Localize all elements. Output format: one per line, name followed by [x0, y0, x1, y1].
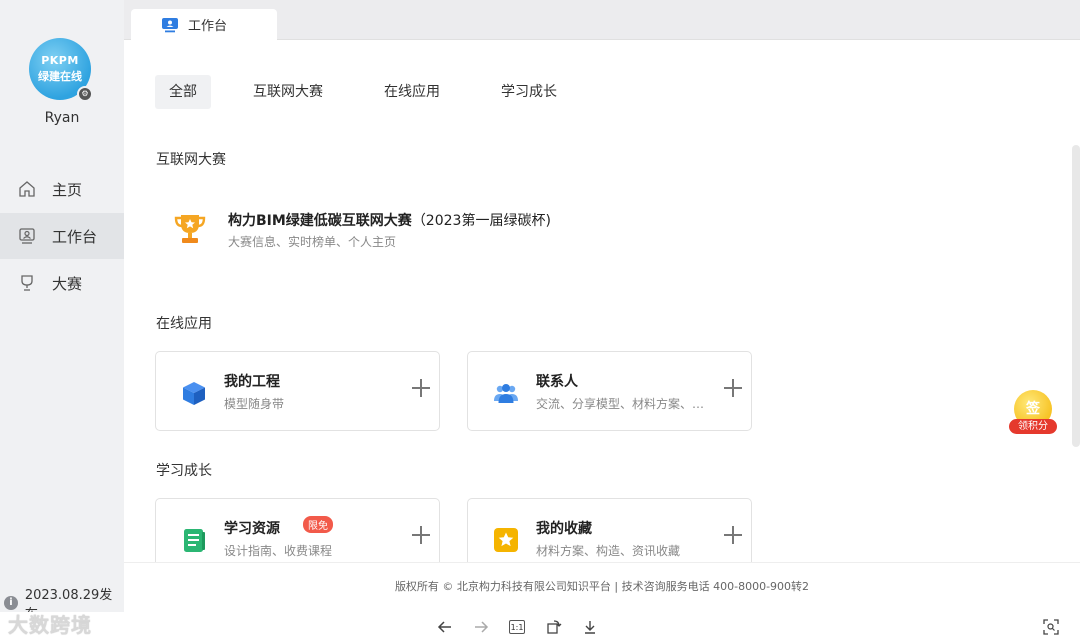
contest-subtitle: 大赛信息、实时榜单、个人主页 [228, 235, 397, 249]
filter-learning[interactable]: 学习成长 [487, 75, 571, 109]
fullscreen-scan-icon[interactable] [1042, 618, 1060, 636]
main-content: 全部 互联网大赛 在线应用 学习成长 互联网大赛 构力BIM绿建低碳互联网大赛（… [124, 40, 1080, 562]
app-desc: 模型随身带 [224, 397, 285, 411]
add-icon[interactable] [723, 525, 743, 545]
section-title-contest: 互联网大赛 [156, 152, 226, 168]
section-title-learning: 学习成长 [156, 463, 212, 479]
info-icon: i [4, 596, 18, 610]
cube-icon [183, 382, 205, 405]
tab-bar: 工作台 [124, 0, 1080, 40]
footer: 版权所有 © 北京构力科技有限公司知识平台 | 技术咨询服务电话 400-800… [124, 562, 1080, 612]
watermark: 大数跨境 [8, 613, 92, 637]
contest-title-suffix: （2023第一届绿碳杯) [411, 213, 551, 229]
filter-apps[interactable]: 在线应用 [370, 75, 454, 109]
free-tag: 限免 [303, 516, 333, 533]
contest-title: 构力BIM绿建低碳互联网大赛（2023第一届绿碳杯) [228, 210, 551, 230]
star-icon [494, 528, 518, 552]
app-card-contacts[interactable]: 联系人 交流、分享模型、材料方案、… [467, 351, 752, 431]
contest-title-main: 构力BIM绿建低碳互联网大赛 [228, 213, 412, 229]
scrollbar[interactable] [1072, 145, 1080, 447]
section-title-apps: 在线应用 [156, 316, 212, 332]
actual-size-button[interactable]: 1:1 [509, 620, 525, 634]
add-icon[interactable] [411, 378, 431, 398]
app-name: 我的工程 [224, 374, 280, 390]
sidebar-item-contest[interactable]: 大赛 [0, 260, 124, 306]
add-icon[interactable] [411, 525, 431, 545]
sidebar: PKPM 绿建在线 ⚙ Ryan 主页 工作台 大赛 i 2023.08.29发… [0, 0, 124, 642]
tab-label: 工作台 [188, 19, 228, 34]
app-card-my-projects[interactable]: 我的工程 模型随身带 [155, 351, 440, 431]
learning-desc: 材料方案、构造、资讯收藏 [536, 544, 681, 558]
learning-desc: 设计指南、收费课程 [224, 544, 333, 558]
sidebar-item-home[interactable]: 主页 [0, 166, 124, 212]
username: Ryan [44, 110, 80, 126]
logo-brand: PKPM [41, 54, 79, 67]
viewer-toolbar: 1:1 [0, 612, 1080, 642]
app-logo: PKPM 绿建在线 ⚙ [29, 38, 93, 102]
contacts-icon [494, 384, 518, 403]
signin-points-button[interactable]: 签 领积分 [1006, 388, 1058, 438]
settings-badge-icon[interactable]: ⚙ [77, 86, 93, 102]
forward-arrow-icon[interactable] [472, 618, 490, 636]
rotate-icon[interactable] [545, 618, 563, 636]
signin-label: 领积分 [1009, 419, 1057, 434]
learning-name: 我的收藏 [536, 521, 592, 537]
home-icon [18, 180, 36, 198]
app-name: 联系人 [536, 374, 578, 390]
add-icon[interactable] [723, 378, 743, 398]
contest-item[interactable]: 构力BIM绿建低碳互联网大赛（2023第一届绿碳杯) 大赛信息、实时榜单、个人主… [172, 208, 592, 258]
sidebar-item-workbench[interactable]: 工作台 [0, 213, 124, 259]
tab-workbench[interactable]: 工作台 [131, 9, 277, 40]
document-icon [184, 529, 205, 552]
app-desc: 交流、分享模型、材料方案、… [536, 397, 705, 411]
trophy-icon [18, 274, 36, 292]
workbench-icon [162, 17, 178, 32]
download-icon[interactable] [581, 618, 599, 636]
sidebar-item-label: 工作台 [52, 227, 98, 246]
sidebar-item-label: 大赛 [52, 274, 83, 293]
learning-card-favorites[interactable]: 我的收藏 材料方案、构造、资讯收藏 [467, 498, 752, 562]
workbench-icon [18, 227, 36, 245]
learning-name: 学习资源 [224, 521, 280, 537]
sidebar-item-label: 主页 [52, 180, 83, 199]
filter-all[interactable]: 全部 [155, 75, 211, 109]
trophy-icon [174, 215, 206, 243]
filter-contest[interactable]: 互联网大赛 [239, 75, 337, 109]
back-arrow-icon[interactable] [436, 618, 454, 636]
learning-card-resources[interactable]: 学习资源 限免 设计指南、收费课程 [155, 498, 440, 562]
logo-text: 绿建在线 [38, 70, 82, 83]
